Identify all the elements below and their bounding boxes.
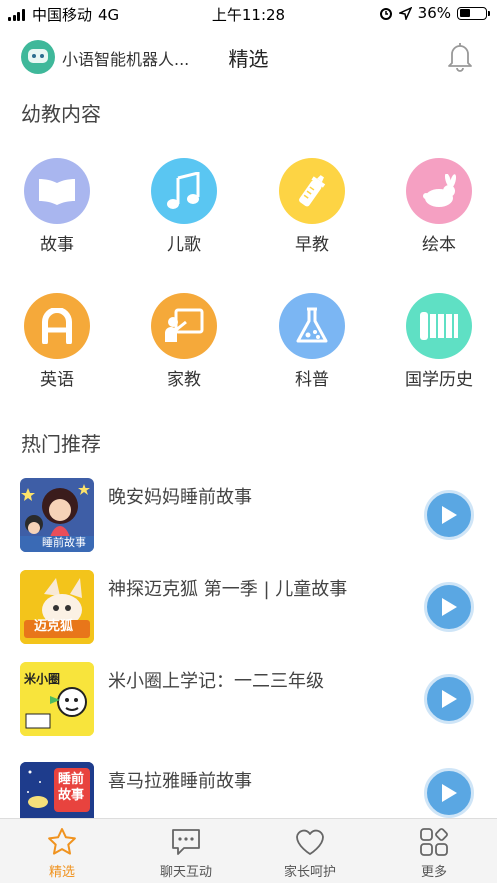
flask-icon: [296, 307, 328, 343]
grid-more-icon: [420, 828, 448, 856]
item-title: 米小圈上学记：一二三年级: [108, 671, 324, 692]
category-tutoring[interactable]: 家教: [134, 293, 234, 390]
category-label: 家教: [167, 370, 201, 390]
star-icon: [48, 828, 76, 855]
bell-icon[interactable]: [443, 39, 477, 73]
album-cover: 米小圈: [20, 662, 94, 736]
list-item[interactable]: 米小圈 米小圈上学记：一二三年级: [20, 662, 480, 742]
category-label: 国学历史: [405, 370, 473, 390]
album-cover: 睡前故事: [20, 762, 94, 818]
cover-caption: 睡前故事: [58, 772, 85, 803]
category-label: 早教: [295, 235, 329, 255]
play-button[interactable]: [424, 674, 474, 724]
category-label: 故事: [40, 235, 74, 255]
teacher-board-icon: [165, 308, 204, 342]
alarm-icon: [379, 8, 392, 20]
item-title: 晚安妈妈睡前故事: [108, 487, 252, 508]
heart-icon: [296, 829, 324, 855]
category-circle: [279, 158, 345, 224]
item-title: 喜马拉雅睡前故事: [108, 771, 252, 792]
play-button[interactable]: [424, 768, 474, 818]
list-item[interactable]: 睡前故事 晚安妈妈睡前故事: [20, 478, 480, 558]
location-icon: [398, 6, 412, 20]
category-circle: [24, 293, 90, 359]
battery-percent: 36%: [417, 4, 451, 22]
tab-more[interactable]: 更多: [372, 825, 496, 880]
play-icon: [442, 506, 457, 524]
tab-parent-care[interactable]: 家长呵护: [248, 825, 372, 880]
section-title-hot: 热门推荐: [21, 432, 101, 456]
category-circle: [151, 158, 217, 224]
album-cover: 睡前故事: [20, 478, 94, 552]
category-english[interactable]: 英语: [7, 293, 107, 390]
category-science[interactable]: 科普: [262, 293, 362, 390]
category-picture-book[interactable]: 绘本: [389, 158, 489, 255]
item-title: 神探迈克狐 第一季 | 儿童故事: [108, 579, 348, 600]
section-title-kids: 幼教内容: [21, 102, 101, 126]
header: 小语智能机器人... 精选: [0, 30, 497, 84]
play-icon: [442, 690, 457, 708]
tab-label: 家长呵护: [283, 865, 336, 880]
chat-bubble-icon: [172, 829, 200, 855]
book-icon: [39, 179, 75, 205]
baby-bottle-icon: [299, 175, 326, 207]
category-circle: [406, 293, 472, 359]
category-song[interactable]: 儿歌: [134, 158, 234, 255]
letter-a-icon: [42, 308, 72, 344]
play-button[interactable]: [424, 582, 474, 632]
category-chinese-history[interactable]: 国学历史: [389, 293, 489, 390]
category-circle: [279, 293, 345, 359]
category-circle: [406, 158, 472, 224]
page-title: 精选: [228, 47, 269, 71]
bottom-tab-bar: 精选 聊天互动 家长呵护 更多: [0, 818, 497, 883]
category-label: 科普: [295, 370, 329, 390]
category-story[interactable]: 故事: [7, 158, 107, 255]
status-bar: 中国移动 4G 上午11:28 36%: [0, 0, 497, 26]
rabbit-icon: [423, 174, 457, 207]
category-early-education[interactable]: 早教: [262, 158, 362, 255]
play-icon: [442, 598, 457, 616]
cover-caption: 迈克狐: [34, 619, 74, 634]
play-button[interactable]: [424, 490, 474, 540]
category-circle: [24, 158, 90, 224]
category-label: 英语: [40, 370, 74, 390]
category-circle: [151, 293, 217, 359]
clock: 上午11:28: [211, 6, 286, 24]
cover-caption: 米小圈: [24, 672, 61, 686]
album-cover: 迈克狐: [20, 570, 94, 644]
list-item[interactable]: 迈克狐 神探迈克狐 第一季 | 儿童故事: [20, 570, 480, 650]
category-label: 绘本: [422, 235, 456, 255]
battery-icon: [457, 6, 490, 20]
tab-label: 更多: [420, 865, 447, 880]
play-icon: [442, 784, 457, 802]
list-item[interactable]: 睡前故事 喜马拉雅睡前故事: [20, 762, 480, 818]
cover-caption: 睡前故事: [42, 536, 86, 549]
tab-chat[interactable]: 聊天互动: [124, 825, 248, 880]
music-note-icon: [167, 172, 200, 209]
tab-label: 聊天互动: [159, 865, 212, 880]
tab-featured[interactable]: 精选: [0, 825, 124, 880]
bamboo-scroll-icon: [420, 312, 458, 340]
tab-label: 精选: [48, 865, 75, 880]
category-label: 儿歌: [167, 235, 201, 255]
